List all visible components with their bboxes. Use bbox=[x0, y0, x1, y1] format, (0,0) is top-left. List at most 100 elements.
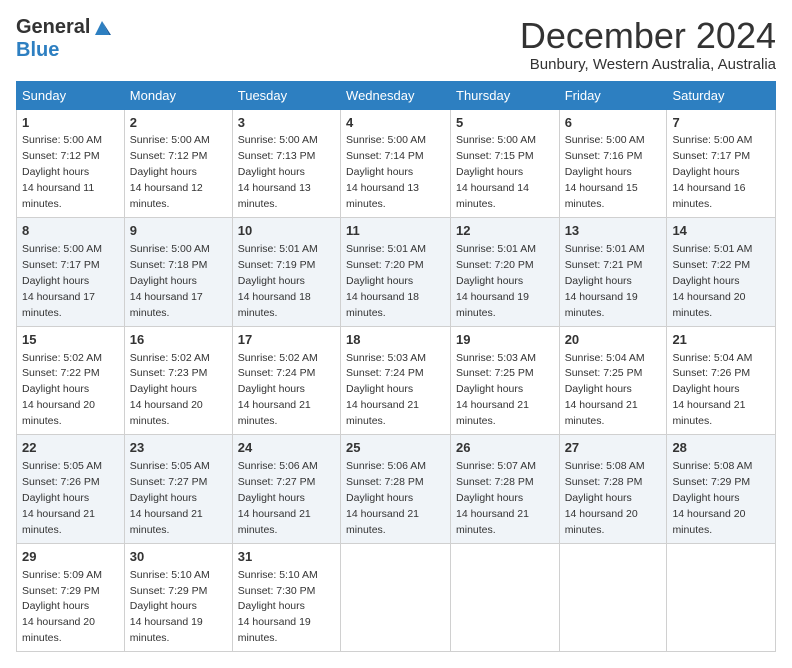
day-info: Sunrise: 5:08 AMSunset: 7:28 PMDaylight … bbox=[565, 460, 645, 536]
day-number: 17 bbox=[238, 331, 335, 350]
day-info: Sunrise: 5:03 AMSunset: 7:24 PMDaylight … bbox=[346, 352, 426, 428]
calendar-cell: 18 Sunrise: 5:03 AMSunset: 7:24 PMDayligh… bbox=[341, 326, 451, 435]
day-info: Sunrise: 5:00 AMSunset: 7:14 PMDaylight … bbox=[346, 134, 426, 210]
day-number: 20 bbox=[565, 331, 662, 350]
day-info: Sunrise: 5:06 AMSunset: 7:27 PMDaylight … bbox=[238, 460, 318, 536]
calendar-cell: 20 Sunrise: 5:04 AMSunset: 7:25 PMDayligh… bbox=[559, 326, 667, 435]
calendar-cell: 3Sunrise: 5:00 AMSunset: 7:13 PMDaylight… bbox=[232, 109, 340, 218]
calendar-cell: 4Sunrise: 5:00 AMSunset: 7:14 PMDaylight… bbox=[341, 109, 451, 218]
day-info: Sunrise: 5:00 AMSunset: 7:12 PMDaylight … bbox=[22, 134, 102, 210]
day-info: Sunrise: 5:01 AMSunset: 7:20 PMDaylight … bbox=[456, 243, 536, 319]
day-info: Sunrise: 5:01 AMSunset: 7:19 PMDaylight … bbox=[238, 243, 318, 319]
calendar-cell bbox=[559, 543, 667, 652]
day-number: 27 bbox=[565, 439, 662, 458]
day-number: 1 bbox=[22, 114, 119, 133]
day-number: 18 bbox=[346, 331, 445, 350]
calendar-cell: 11 Sunrise: 5:01 AMSunset: 7:20 PMDayligh… bbox=[341, 218, 451, 327]
calendar-cell: 31Sunrise: 5:10 AMSunset: 7:30 PMDayligh… bbox=[232, 543, 340, 652]
calendar-cell: 12 Sunrise: 5:01 AMSunset: 7:20 PMDayligh… bbox=[451, 218, 560, 327]
calendar-cell: 25Sunrise: 5:06 AMSunset: 7:28 PMDayligh… bbox=[341, 435, 451, 544]
logo-blue: Blue bbox=[16, 39, 59, 61]
logo-general: General bbox=[16, 16, 90, 39]
calendar-cell: 22 Sunrise: 5:05 AMSunset: 7:26 PMDayligh… bbox=[17, 435, 125, 544]
day-info: Sunrise: 5:05 AMSunset: 7:26 PMDaylight … bbox=[22, 460, 102, 536]
calendar-cell: 24 Sunrise: 5:06 AMSunset: 7:27 PMDayligh… bbox=[232, 435, 340, 544]
calendar-cell: 10 Sunrise: 5:01 AMSunset: 7:19 PMDayligh… bbox=[232, 218, 340, 327]
day-header-sunday: Sunday bbox=[17, 81, 125, 109]
day-number: 12 bbox=[456, 222, 554, 241]
logo: General Blue bbox=[16, 16, 113, 62]
day-number: 6 bbox=[565, 114, 662, 133]
calendar-cell: 26 Sunrise: 5:07 AMSunset: 7:28 PMDayligh… bbox=[451, 435, 560, 544]
day-number: 26 bbox=[456, 439, 554, 458]
calendar-cell: 21Sunrise: 5:04 AMSunset: 7:26 PMDayligh… bbox=[667, 326, 776, 435]
logo-icon bbox=[91, 17, 113, 39]
calendar-cell: 17Sunrise: 5:02 AMSunset: 7:24 PMDayligh… bbox=[232, 326, 340, 435]
day-number: 11 bbox=[346, 222, 445, 241]
calendar-week-row: 1Sunrise: 5:00 AMSunset: 7:12 PMDaylight… bbox=[17, 109, 776, 218]
day-info: Sunrise: 5:01 AMSunset: 7:22 PMDaylight … bbox=[672, 243, 752, 319]
day-number: 22 bbox=[22, 439, 119, 458]
calendar-cell: 8Sunrise: 5:00 AMSunset: 7:17 PMDaylight… bbox=[17, 218, 125, 327]
day-number: 28 bbox=[672, 439, 770, 458]
day-number: 7 bbox=[672, 114, 770, 133]
calendar-week-row: 22 Sunrise: 5:05 AMSunset: 7:26 PMDayligh… bbox=[17, 435, 776, 544]
title-block: December 2024 Bunbury, Western Australia… bbox=[520, 16, 776, 73]
day-info: Sunrise: 5:01 AMSunset: 7:21 PMDaylight … bbox=[565, 243, 645, 319]
day-header-monday: Monday bbox=[124, 81, 232, 109]
calendar-table: SundayMondayTuesdayWednesdayThursdayFrid… bbox=[16, 81, 776, 653]
day-info: Sunrise: 5:00 AMSunset: 7:18 PMDaylight … bbox=[130, 243, 210, 319]
page-header: General Blue December 2024 Bunbury, West… bbox=[16, 16, 776, 73]
calendar-cell: 15 Sunrise: 5:02 AMSunset: 7:22 PMDayligh… bbox=[17, 326, 125, 435]
calendar-cell: 9Sunrise: 5:00 AMSunset: 7:18 PMDaylight… bbox=[124, 218, 232, 327]
day-number: 8 bbox=[22, 222, 119, 241]
calendar-cell: 13 Sunrise: 5:01 AMSunset: 7:21 PMDayligh… bbox=[559, 218, 667, 327]
calendar-cell: 23 Sunrise: 5:05 AMSunset: 7:27 PMDayligh… bbox=[124, 435, 232, 544]
day-number: 24 bbox=[238, 439, 335, 458]
day-number: 5 bbox=[456, 114, 554, 133]
day-info: Sunrise: 5:05 AMSunset: 7:27 PMDaylight … bbox=[130, 460, 210, 536]
calendar-cell: 6Sunrise: 5:00 AMSunset: 7:16 PMDaylight… bbox=[559, 109, 667, 218]
days-header-row: SundayMondayTuesdayWednesdayThursdayFrid… bbox=[17, 81, 776, 109]
calendar-cell: 14Sunrise: 5:01 AMSunset: 7:22 PMDayligh… bbox=[667, 218, 776, 327]
day-info: Sunrise: 5:07 AMSunset: 7:28 PMDaylight … bbox=[456, 460, 536, 536]
day-info: Sunrise: 5:02 AMSunset: 7:23 PMDaylight … bbox=[130, 352, 210, 428]
day-info: Sunrise: 5:04 AMSunset: 7:25 PMDaylight … bbox=[565, 352, 645, 428]
day-number: 4 bbox=[346, 114, 445, 133]
day-header-tuesday: Tuesday bbox=[232, 81, 340, 109]
day-header-wednesday: Wednesday bbox=[341, 81, 451, 109]
day-number: 29 bbox=[22, 548, 119, 567]
calendar-cell: 30Sunrise: 5:10 AMSunset: 7:29 PMDayligh… bbox=[124, 543, 232, 652]
location-title: Bunbury, Western Australia, Australia bbox=[520, 56, 776, 73]
day-number: 10 bbox=[238, 222, 335, 241]
day-info: Sunrise: 5:06 AMSunset: 7:28 PMDaylight … bbox=[346, 460, 426, 536]
day-number: 19 bbox=[456, 331, 554, 350]
day-info: Sunrise: 5:02 AMSunset: 7:22 PMDaylight … bbox=[22, 352, 102, 428]
day-number: 23 bbox=[130, 439, 227, 458]
day-info: Sunrise: 5:08 AMSunset: 7:29 PMDaylight … bbox=[672, 460, 752, 536]
month-title: December 2024 bbox=[520, 16, 776, 56]
day-number: 13 bbox=[565, 222, 662, 241]
day-info: Sunrise: 5:09 AMSunset: 7:29 PMDaylight … bbox=[22, 569, 102, 645]
day-info: Sunrise: 5:00 AMSunset: 7:13 PMDaylight … bbox=[238, 134, 318, 210]
calendar-cell bbox=[451, 543, 560, 652]
day-info: Sunrise: 5:01 AMSunset: 7:20 PMDaylight … bbox=[346, 243, 426, 319]
calendar-cell: 5Sunrise: 5:00 AMSunset: 7:15 PMDaylight… bbox=[451, 109, 560, 218]
day-number: 15 bbox=[22, 331, 119, 350]
calendar-cell bbox=[667, 543, 776, 652]
day-number: 31 bbox=[238, 548, 335, 567]
day-header-friday: Friday bbox=[559, 81, 667, 109]
calendar-cell: 29 Sunrise: 5:09 AMSunset: 7:29 PMDayligh… bbox=[17, 543, 125, 652]
day-header-saturday: Saturday bbox=[667, 81, 776, 109]
calendar-cell: 27 Sunrise: 5:08 AMSunset: 7:28 PMDayligh… bbox=[559, 435, 667, 544]
calendar-cell: 19 Sunrise: 5:03 AMSunset: 7:25 PMDayligh… bbox=[451, 326, 560, 435]
calendar-cell: 16Sunrise: 5:02 AMSunset: 7:23 PMDayligh… bbox=[124, 326, 232, 435]
calendar-cell: 28 Sunrise: 5:08 AMSunset: 7:29 PMDayligh… bbox=[667, 435, 776, 544]
day-info: Sunrise: 5:03 AMSunset: 7:25 PMDaylight … bbox=[456, 352, 536, 428]
day-number: 21 bbox=[672, 331, 770, 350]
calendar-cell: 1Sunrise: 5:00 AMSunset: 7:12 PMDaylight… bbox=[17, 109, 125, 218]
day-number: 30 bbox=[130, 548, 227, 567]
day-number: 3 bbox=[238, 114, 335, 133]
day-number: 2 bbox=[130, 114, 227, 133]
day-header-thursday: Thursday bbox=[451, 81, 560, 109]
